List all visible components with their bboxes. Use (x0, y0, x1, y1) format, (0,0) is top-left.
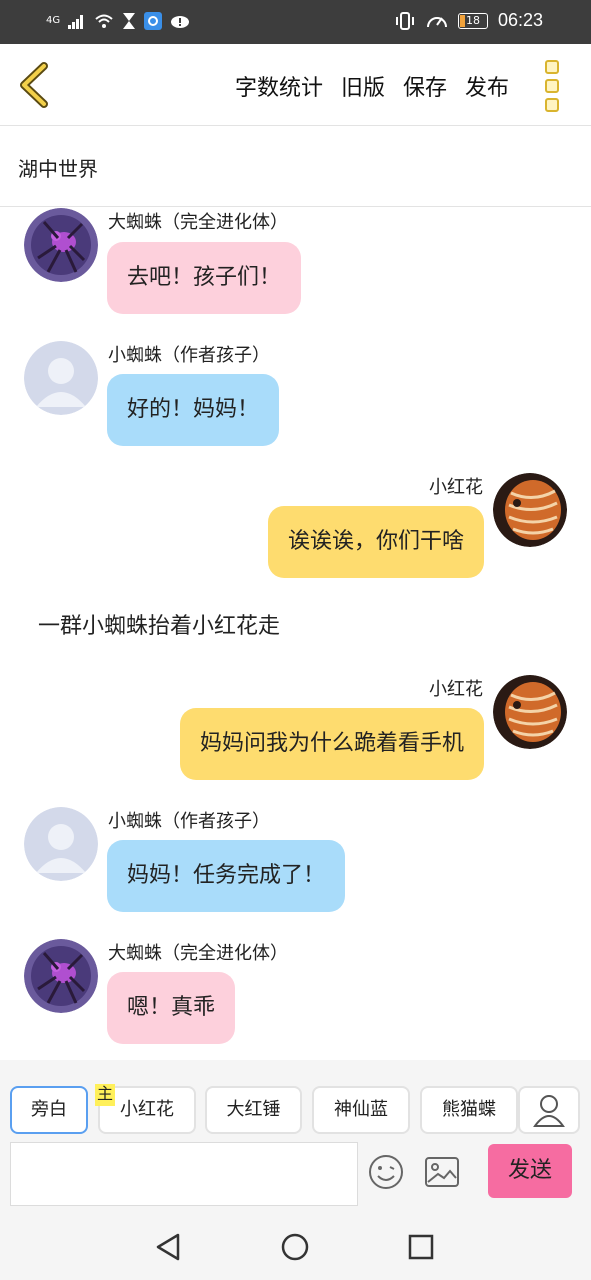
role-chip-label: 小红花 (120, 1099, 174, 1120)
wifi-icon (95, 14, 113, 28)
default-avatar[interactable] (24, 807, 98, 881)
chat-bubble[interactable]: 嗯！真乖 (107, 972, 236, 1044)
fish-avatar[interactable] (493, 675, 567, 749)
vibrate-icon (395, 11, 414, 30)
chevron-left-icon[interactable] (14, 62, 54, 108)
system-nav-bar (0, 1210, 591, 1280)
speedometer-icon (426, 16, 447, 27)
spider-avatar[interactable] (24, 208, 98, 282)
chat-bubble[interactable]: 妈妈！任务完成了！ (107, 840, 346, 912)
role-chip-xiongmaodie[interactable]: 熊猫蝶 (420, 1086, 518, 1134)
network-type: 4G (46, 15, 61, 26)
clock: 06:23 (497, 10, 543, 30)
composer-panel: 旁白 主 小红花 大红锤 神仙蓝 熊猫蝶 发送 (0, 1060, 591, 1210)
role-chip-narration[interactable]: 旁白 (10, 1086, 88, 1134)
top-toolbar: 字数统计 旧版 保存 发布 (0, 44, 591, 126)
battery-level: 18 (465, 13, 480, 27)
word-count-button[interactable]: 字数统计 (235, 70, 323, 102)
toolbar-actions: 字数统计 旧版 保存 发布 (235, 70, 509, 102)
home-circle-icon[interactable] (280, 1232, 310, 1262)
recents-square-icon[interactable] (406, 1232, 436, 1262)
main-role-badge: 主 (95, 1084, 115, 1106)
hourglass-icon (123, 13, 136, 29)
chat-area[interactable]: 大蜘蛛（完全进化体） 去吧！孩子们！ 小蜘蛛（作者孩子） 好的！妈妈！ 小红花 … (0, 208, 591, 1060)
emoji-icon[interactable] (368, 1154, 404, 1190)
save-button[interactable]: 保存 (403, 70, 447, 102)
chat-bubble[interactable]: 诶诶诶，你们干啥 (267, 506, 484, 578)
story-title: 湖中世界 (18, 157, 98, 181)
publish-button[interactable]: 发布 (465, 70, 509, 102)
sender-name: 大蜘蛛（完全进化体） (108, 212, 288, 233)
app-notification-icon (144, 12, 163, 30)
status-left: 4G (46, 12, 190, 30)
chat-bubble[interactable]: 去吧！孩子们！ (107, 242, 302, 314)
back-triangle-icon[interactable] (154, 1232, 184, 1262)
old-version-button[interactable]: 旧版 (341, 70, 385, 102)
sender-name: 小蜘蛛（作者孩子） (108, 811, 270, 832)
signal-icon (68, 15, 84, 29)
send-button[interactable]: 发送 (488, 1144, 572, 1198)
status-bar: 4G 18 06:23 (0, 0, 591, 44)
story-title-bar[interactable]: 湖中世界 (0, 127, 591, 207)
chat-bubble[interactable]: 好的！妈妈！ (107, 374, 280, 446)
sender-name: 小蜘蛛（作者孩子） (108, 345, 270, 366)
person-icon[interactable] (518, 1086, 580, 1134)
message-input[interactable] (10, 1142, 358, 1206)
role-chip-xiaohonghua[interactable]: 主 小红花 (95, 1084, 196, 1134)
spider-avatar[interactable] (24, 939, 98, 1013)
status-right: 18 06:23 (394, 10, 543, 31)
cloud-alert-icon (171, 16, 190, 28)
image-icon[interactable] (424, 1156, 460, 1188)
default-avatar[interactable] (24, 341, 98, 415)
sender-name: 小红花 (429, 679, 483, 700)
role-chip-shenxianlan[interactable]: 神仙蓝 (312, 1086, 410, 1134)
role-chip-dahongchui[interactable]: 大红锤 (205, 1086, 302, 1134)
battery-icon: 18 (457, 12, 488, 29)
more-vertical-icon[interactable] (545, 60, 563, 112)
narration-text[interactable]: 一群小蜘蛛抬着小红花走 (38, 608, 280, 640)
chat-bubble[interactable]: 妈妈问我为什么跪着看手机 (179, 708, 484, 780)
fish-avatar[interactable] (493, 473, 567, 547)
sender-name: 大蜘蛛（完全进化体） (108, 943, 288, 964)
sender-name: 小红花 (429, 477, 483, 498)
